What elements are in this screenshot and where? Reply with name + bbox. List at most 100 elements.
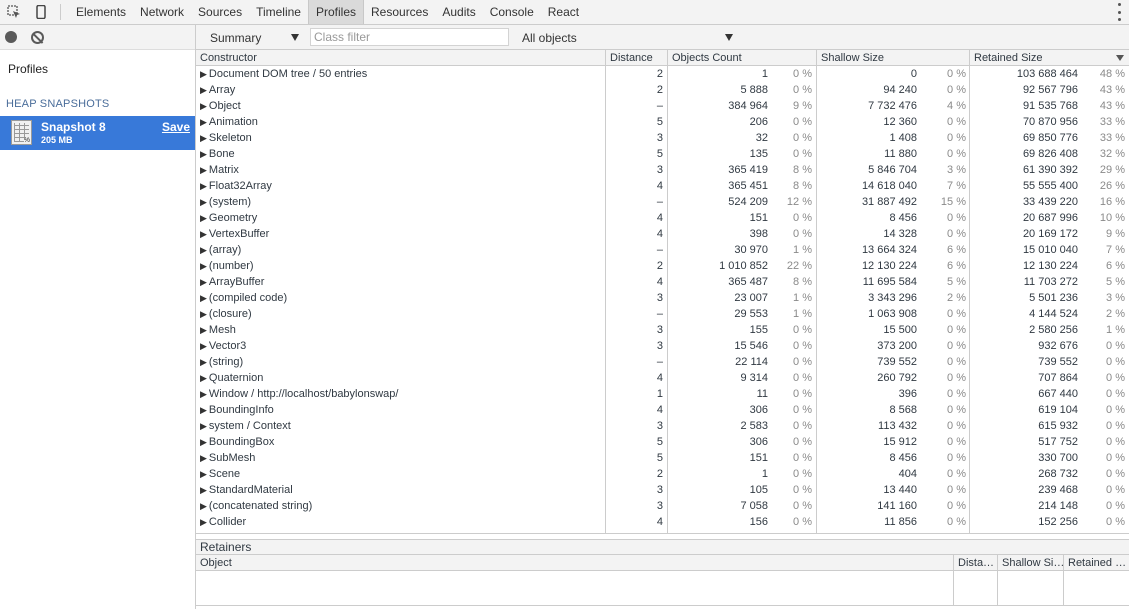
header-retained-size[interactable]: Retained Size <box>970 50 1129 66</box>
table-row[interactable]: VertexBuffer 4 398 0 % 14 328 0 % 20 169 172 9 … <box>196 226 1129 242</box>
table-row[interactable]: (concatenated string) 3 7 058 0 % 141 160 0 %… <box>196 498 1129 514</box>
constructor-name: Window / http://localhost/babylonswap/ <box>200 386 399 402</box>
tab-network[interactable]: Network <box>133 0 191 24</box>
table-row[interactable]: Mesh 3 155 0 % 15 500 0 % 2 580 256 1 % <box>196 322 1129 338</box>
table-row[interactable]: Quaternion 4 9 314 0 % 260 792 0 % 707 864 0 % <box>196 370 1129 386</box>
table-row[interactable]: Matrix 3 365 419 8 % 5 846 704 3 % 61 390 392 2… <box>196 162 1129 178</box>
objects-count-cell: 1 010 852 <box>719 260 768 272</box>
shallow-size-cell: 8 456 <box>889 212 917 224</box>
header-shallow-size[interactable]: Shallow Size <box>817 50 970 66</box>
table-row[interactable]: BoundingBox 5 306 0 % 15 912 0 % 517 752 0 % <box>196 434 1129 450</box>
objects-count-percent: 0 % <box>793 388 812 400</box>
table-row[interactable]: StandardMaterial 3 105 0 % 13 440 0 % 239 468 0… <box>196 482 1129 498</box>
distance-cell: 3 <box>656 340 663 352</box>
retained-size-percent: 0 % <box>1106 452 1125 464</box>
objects-count-percent: 12 % <box>786 196 812 208</box>
table-row[interactable]: system / Context 3 2 583 0 % 113 432 0 % 615 9… <box>196 418 1129 434</box>
tab-profiles[interactable]: Profiles <box>307 0 364 24</box>
constructor-name: Object <box>200 98 241 114</box>
shallow-size-percent: 6 % <box>947 244 966 256</box>
shallow-size-percent: 4 % <box>947 100 966 112</box>
objects-count-percent: 0 % <box>793 420 812 432</box>
record-icon[interactable] <box>5 31 17 43</box>
retainers-header-distance[interactable]: Dista… <box>954 555 998 571</box>
constructor-name: (number) <box>200 258 254 274</box>
retained-size-percent: 0 % <box>1106 516 1125 528</box>
table-row[interactable]: Scene 2 1 0 % 404 0 % 268 732 0 % <box>196 466 1129 482</box>
profiles-label: Profiles <box>8 62 49 76</box>
header-constructor[interactable]: Constructor <box>196 50 606 66</box>
header-distance[interactable]: Distance <box>606 50 668 66</box>
constructor-name: (array) <box>200 242 241 258</box>
class-filter-input[interactable] <box>310 28 509 46</box>
shallow-size-cell: 13 440 <box>883 484 917 496</box>
retainers-header-retained[interactable]: Retained … <box>1064 555 1129 571</box>
table-row[interactable]: (string) – 22 114 0 % 739 552 0 % 739 552 0 % <box>196 354 1129 370</box>
table-row[interactable]: BoundingInfo 4 306 0 % 8 568 0 % 619 104 0 % <box>196 402 1129 418</box>
tab-timeline[interactable]: Timeline <box>249 0 308 24</box>
snapshot-item[interactable]: Snapshot 8 205 MB Save <box>0 116 195 150</box>
table-row[interactable]: Collider 4 156 0 % 11 856 0 % 152 256 0 % <box>196 514 1129 530</box>
objects-count-cell: 306 <box>749 404 768 416</box>
distance-cell: 2 <box>656 468 663 480</box>
distance-cell: 3 <box>656 164 663 176</box>
table-row[interactable]: Bone 5 135 0 % 11 880 0 % 69 826 408 32 % <box>196 146 1129 162</box>
table-row[interactable]: Window / http://localhost/babylonswap/11… <box>196 386 1129 402</box>
snapshot-title: Snapshot 8 <box>41 120 106 134</box>
table-row[interactable]: (system) – 524 209 12 % 31 887 492 15 % 33 439… <box>196 194 1129 210</box>
shallow-size-percent: 0 % <box>947 212 966 224</box>
tab-elements[interactable]: Elements <box>69 0 133 24</box>
view-dropdown-arrow-icon[interactable] <box>291 34 299 41</box>
heap-snapshots-heading: HEAP SNAPSHOTS <box>6 98 110 110</box>
retainers-header-object[interactable]: Object <box>196 555 954 571</box>
more-options-icon[interactable] <box>1117 3 1121 21</box>
constructor-name: SubMesh <box>200 450 255 466</box>
objects-dropdown-arrow-icon[interactable] <box>725 34 733 41</box>
table-row[interactable]: Skeleton 3 32 0 % 1 408 0 % 69 850 776 33 % <box>196 130 1129 146</box>
table-row[interactable]: (compiled code) 3 23 007 1 % 3 343 296 2 % 5 5… <box>196 290 1129 306</box>
retained-size-cell: 11 703 272 <box>1023 276 1078 288</box>
table-row[interactable]: (closure) – 29 553 1 % 1 063 908 0 % 4 144 524… <box>196 306 1129 322</box>
objects-filter-select[interactable]: All objects <box>522 31 577 45</box>
retained-size-cell: 619 104 <box>1038 404 1078 416</box>
objects-count-cell: 15 546 <box>734 340 768 352</box>
tab-react[interactable]: React <box>541 0 586 24</box>
clear-all-icon[interactable] <box>31 30 44 44</box>
table-row[interactable]: Vector3 3 15 546 0 % 373 200 0 % 932 676 0 % <box>196 338 1129 354</box>
retained-size-percent: 7 % <box>1106 244 1125 256</box>
tab-audits[interactable]: Audits <box>435 0 482 24</box>
retainers-header-shallow[interactable]: Shallow Si… <box>998 555 1064 571</box>
table-row[interactable]: SubMesh 5 151 0 % 8 456 0 % 330 700 0 % <box>196 450 1129 466</box>
objects-count-percent: 0 % <box>793 68 812 80</box>
shallow-size-percent: 0 % <box>947 484 966 496</box>
table-row[interactable]: Geometry 4 151 0 % 8 456 0 % 20 687 996 10 % <box>196 210 1129 226</box>
shallow-size-cell: 373 200 <box>877 340 917 352</box>
save-link[interactable]: Save <box>162 120 190 134</box>
view-select[interactable]: Summary <box>210 31 261 45</box>
device-mode-icon[interactable] <box>27 0 54 24</box>
table-row[interactable]: Object – 384 964 9 % 7 732 476 4 % 91 535 768 4… <box>196 98 1129 114</box>
tab-resources[interactable]: Resources <box>364 0 435 24</box>
objects-count-percent: 0 % <box>793 228 812 240</box>
shallow-size-percent: 0 % <box>947 372 966 384</box>
table-row[interactable]: (array) – 30 970 1 % 13 664 324 6 % 15 010 040… <box>196 242 1129 258</box>
table-row[interactable]: Float32Array 4 365 451 8 % 14 618 040 7 % 55 5… <box>196 178 1129 194</box>
distance-cell: 5 <box>656 148 663 160</box>
retained-size-percent: 0 % <box>1106 404 1125 416</box>
shallow-size-percent: 0 % <box>947 500 966 512</box>
distance-cell: 3 <box>656 324 663 336</box>
objects-count-percent: 0 % <box>793 404 812 416</box>
shallow-size-cell: 5 846 704 <box>868 164 917 176</box>
table-row[interactable]: Document DOM tree / 50 entries 2 1 0 % 0 0 % 1… <box>196 66 1129 82</box>
table-row[interactable]: Animation 5 206 0 % 12 360 0 % 70 870 956 33 % <box>196 114 1129 130</box>
tab-sources[interactable]: Sources <box>191 0 249 24</box>
inspect-element-icon[interactable] <box>0 0 27 24</box>
table-row[interactable]: (number) 2 1 010 852 22 % 12 130 224 6 % 12 13… <box>196 258 1129 274</box>
shallow-size-cell: 1 408 <box>889 132 917 144</box>
header-objects-count[interactable]: Objects Count <box>668 50 817 66</box>
shallow-size-cell: 13 664 324 <box>861 244 917 256</box>
tab-console[interactable]: Console <box>483 0 541 24</box>
objects-count-percent: 8 % <box>793 180 812 192</box>
table-row[interactable]: Array 2 5 888 0 % 94 240 0 % 92 567 796 43 % <box>196 82 1129 98</box>
table-row[interactable]: ArrayBuffer 4 365 487 8 % 11 695 584 5 % 11 70… <box>196 274 1129 290</box>
